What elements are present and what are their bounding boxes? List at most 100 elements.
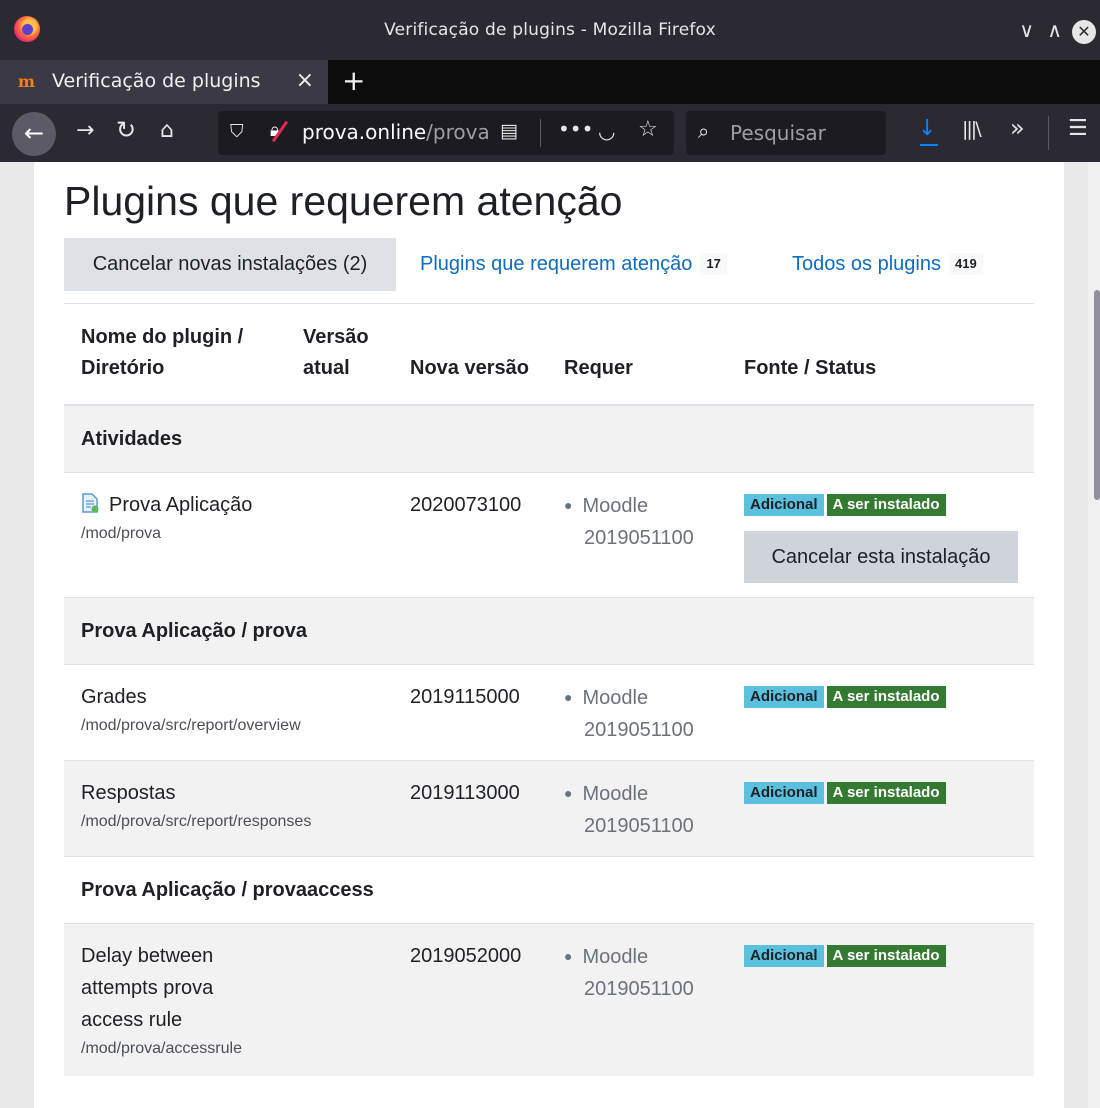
plugin-path: /mod/prova/accessrule: [81, 1040, 242, 1057]
reader-view-icon[interactable]: ▤: [500, 120, 518, 142]
toolbar-separator: [1048, 116, 1049, 150]
url-separator: [540, 119, 541, 147]
download-icon[interactable]: ↓: [918, 116, 939, 146]
url-text[interactable]: prova.online/prova: [302, 120, 502, 144]
source-badge: Adicional: [744, 782, 824, 804]
overflow-icon[interactable]: »: [1010, 114, 1025, 142]
requires-cell: ● Moodle 2019051100: [547, 664, 727, 761]
tab-plugins-requiring-attention[interactable]: Plugins que requerem atenção 17: [420, 238, 727, 291]
table-header-row: Nome do plugin / Diretório Versão atual …: [64, 304, 1034, 406]
status-badge: A ser instalado: [826, 782, 946, 804]
tab-label: Todos os plugins: [792, 253, 941, 275]
tab-all-plugins[interactable]: Todos os plugins 419: [792, 238, 983, 291]
count-badge: 419: [948, 253, 983, 275]
group-label: Prova Aplicação / provaaccess: [64, 856, 1034, 924]
tab-cancel-new-installs[interactable]: Cancelar novas instalações (2): [64, 238, 396, 291]
search-icon: ⌕: [698, 119, 710, 143]
tab-title: Verificação de plugins: [52, 70, 261, 92]
navigation-toolbar: ← → ↻ ⌂ ⛉ 🔒︎ prova.online/prova ▤ ••• ◡ …: [0, 104, 1100, 162]
new-version-cell: 2019115000: [393, 664, 547, 761]
requires-cell: ● Moodle 2019051100: [547, 760, 727, 857]
status-badge: A ser instalado: [826, 494, 946, 516]
plugin-path: /mod/prova: [81, 525, 162, 542]
plugin-name: Prova Aplicação: [109, 494, 253, 516]
new-tab-button[interactable]: +: [342, 64, 365, 97]
search-input[interactable]: [728, 119, 882, 147]
plugin-name-cell: Prova Aplicação /mod/prova: [64, 472, 286, 598]
page-viewport: Plugins que requerem atenção Cancelar no…: [0, 162, 1100, 1108]
insecure-lock-icon[interactable]: 🔒︎: [270, 120, 288, 142]
source-badge: Adicional: [744, 494, 824, 516]
shield-icon[interactable]: ⛉: [230, 121, 244, 142]
forward-icon[interactable]: →: [76, 118, 94, 143]
table-group-row: Prova Aplicação / prova: [64, 597, 1034, 665]
tab-strip: m Verificação de plugins × +: [0, 60, 1100, 104]
current-version-cell: [286, 760, 393, 857]
search-bar[interactable]: ⌕: [686, 111, 886, 155]
plugin-tabs: Cancelar novas instalações (2) Plugins q…: [64, 238, 1034, 291]
requires-version: 2019051100: [584, 719, 694, 741]
close-tab-icon[interactable]: ×: [296, 68, 314, 93]
plugin-path: /mod/prova/src/report/overview: [81, 717, 301, 734]
current-version-cell: [286, 664, 393, 761]
plugins-table: Nome do plugin / Diretório Versão atual …: [64, 304, 1034, 1076]
plugin-name-cell: Delay between attempts prova access rule…: [64, 923, 286, 1076]
activity-module-icon: [82, 493, 99, 513]
requires-version: 2019051100: [584, 527, 694, 549]
table-group-row: Atividades: [64, 404, 1034, 473]
plugin-name: Respostas: [81, 782, 176, 804]
window-title: Verificação de plugins - Mozilla Firefox: [384, 20, 716, 40]
new-version-cell: 2020073100: [393, 472, 547, 598]
table-row: Respostas /mod/prova/src/report/response…: [64, 760, 1034, 857]
plugin-name: Grades: [81, 686, 147, 708]
plugin-name-cell: Grades /mod/prova/src/report/overview: [64, 664, 301, 761]
source-badge: Adicional: [744, 686, 824, 708]
requires-cell: ● Moodle 2019051100: [547, 472, 727, 598]
scrollbar-thumb[interactable]: [1094, 290, 1100, 500]
plugin-name-cell: Respostas /mod/prova/src/report/response…: [64, 760, 312, 857]
group-label: Prova Aplicação / prova: [64, 597, 1034, 665]
header-new-version: Nova versão: [393, 304, 547, 406]
status-badge: A ser instalado: [826, 945, 946, 967]
source-status-cell: Adicional A ser instalado Cancelar esta i…: [727, 472, 1034, 598]
new-version-cell: 2019113000: [393, 760, 547, 857]
table-row: Delay between attempts prova access rule…: [64, 923, 1034, 1076]
tab-label: Plugins que requerem atenção: [420, 253, 693, 275]
header-plugin-name: Nome do plugin / Diretório: [64, 304, 286, 406]
new-version-cell: 2019052000: [393, 923, 547, 1076]
table-group-row: Prova Aplicação / provaaccess: [64, 856, 1034, 924]
count-badge: 17: [700, 253, 727, 275]
cancel-install-button[interactable]: Cancelar esta instalação: [744, 531, 1018, 583]
library-icon[interactable]: |||\: [962, 118, 982, 140]
close-window-icon[interactable]: ✕: [1072, 20, 1096, 44]
url-bar[interactable]: ⛉ 🔒︎ prova.online/prova ▤ ••• ◡ ☆: [218, 111, 674, 155]
tab-label: Cancelar novas instalações (2): [92, 253, 368, 275]
source-badge: Adicional: [744, 945, 824, 967]
plugin-name: Delay between attempts prova access rule: [81, 945, 214, 1031]
requires-label: Moodle: [582, 687, 649, 709]
browser-tab[interactable]: m Verificação de plugins ×: [0, 60, 328, 104]
pocket-icon[interactable]: ◡: [598, 119, 615, 143]
reload-icon[interactable]: ↻: [116, 116, 136, 144]
star-icon[interactable]: ☆: [638, 117, 658, 142]
home-icon[interactable]: ⌂: [160, 118, 174, 143]
page-title: Plugins que requerem atenção: [64, 178, 623, 224]
status-badge: A ser instalado: [826, 686, 946, 708]
minimize-icon[interactable]: ∨: [1019, 18, 1034, 42]
requires-cell: ● Moodle 2019051100: [547, 923, 727, 1076]
source-status-cell: Adicional A ser instalado: [727, 664, 1034, 761]
header-current-version: Versão atual: [286, 304, 393, 406]
url-path: /prova: [426, 120, 490, 144]
source-status-cell: Adicional A ser instalado: [727, 760, 1034, 857]
requires-version: 2019051100: [584, 815, 694, 837]
more-icon[interactable]: •••: [558, 117, 593, 141]
current-version-cell: [286, 923, 393, 1076]
requires-label: Moodle: [582, 946, 649, 968]
menu-icon[interactable]: ☰: [1068, 116, 1088, 141]
page-content: Plugins que requerem atenção Cancelar no…: [34, 162, 1064, 1108]
plugin-path: /mod/prova/src/report/responses: [81, 813, 312, 830]
source-status-cell: Adicional A ser instalado: [727, 923, 1034, 1076]
window-titlebar: Verificação de plugins - Mozilla Firefox…: [0, 0, 1100, 60]
maximize-icon[interactable]: ∧: [1047, 18, 1062, 42]
back-icon[interactable]: ←: [12, 112, 56, 156]
